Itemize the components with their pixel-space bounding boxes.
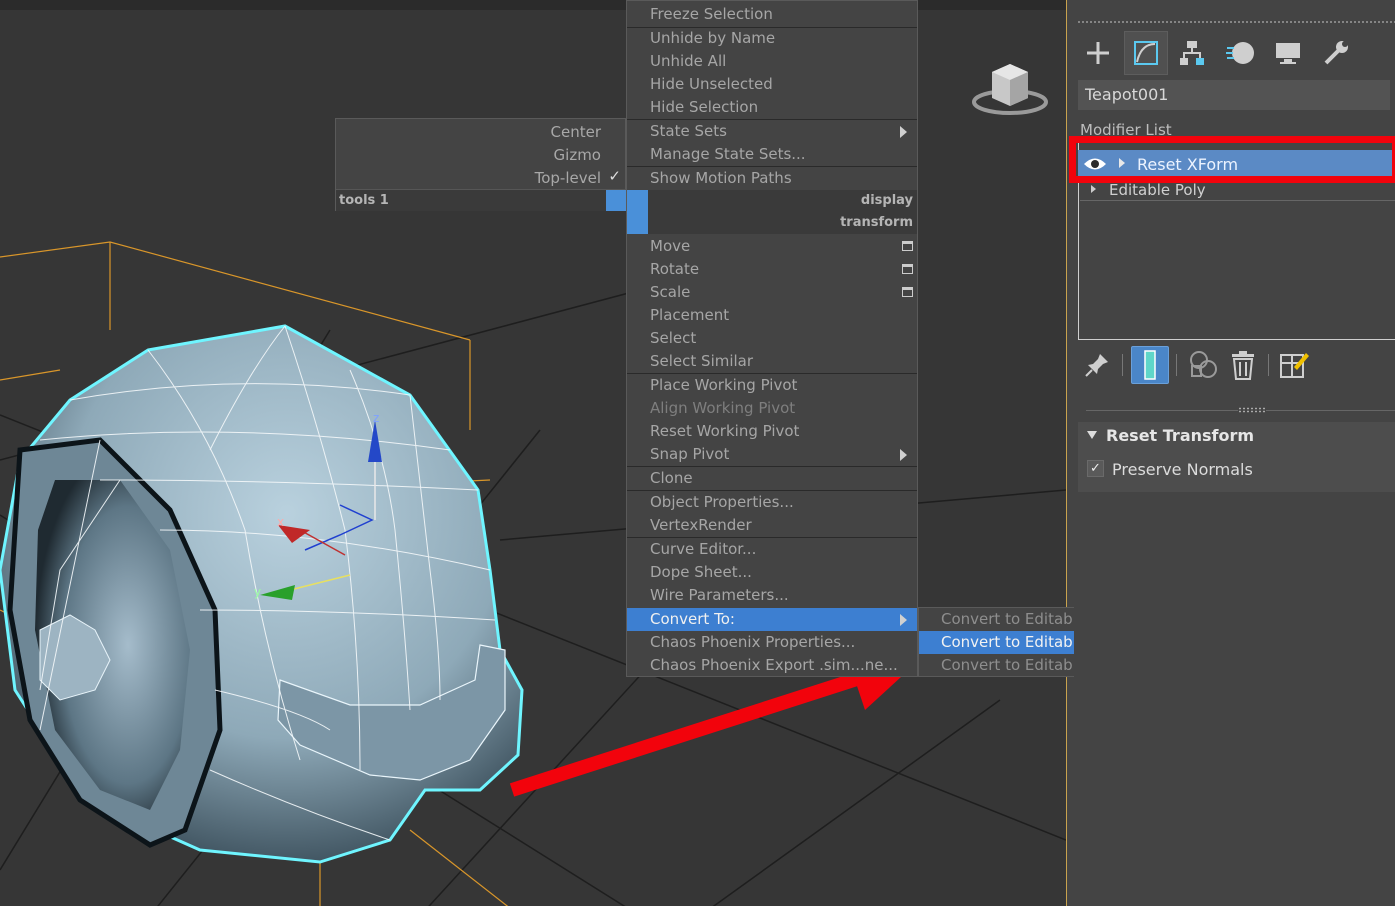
menu-item-dope-sheet[interactable]: Dope Sheet...	[627, 561, 917, 584]
pin-stack-icon[interactable]	[1078, 346, 1116, 384]
menu-item-select-similar[interactable]: Select Similar	[627, 350, 917, 373]
menu-item-center[interactable]: Center	[551, 123, 602, 141]
gizmo-y-label: y	[254, 585, 261, 599]
settings-box-icon[interactable]	[902, 241, 913, 251]
menu-item-move[interactable]: Move	[627, 235, 917, 258]
submenu-arrow-icon	[900, 449, 907, 461]
create-icon[interactable]	[1076, 31, 1120, 75]
menu-item-chaos-phoenix-export[interactable]: Chaos Phoenix Export .sim...ne...	[627, 654, 917, 677]
configure-modifier-sets-icon[interactable]	[1275, 346, 1313, 384]
stack-toolbar	[1078, 346, 1395, 386]
quad-header-label: tools 1	[339, 193, 389, 208]
menu-item-snap-pivot[interactable]: Snap Pivot	[627, 443, 917, 466]
quad-header-tools1: tools 1	[336, 189, 628, 211]
menu-item-unhide-all[interactable]: Unhide All	[627, 50, 917, 73]
command-panel-tabs	[1074, 31, 1395, 75]
motion-icon[interactable]	[1218, 31, 1262, 75]
menu-item-object-properties[interactable]: Object Properties...	[627, 491, 917, 514]
quad-menu-display-transform: Freeze Selection Unhide by Name Unhide A…	[626, 0, 918, 677]
submenu-arrow-icon	[900, 614, 907, 626]
menu-item-chaos-phoenix-properties[interactable]: Chaos Phoenix Properties...	[627, 631, 917, 654]
toolbar-separator	[1176, 354, 1177, 376]
annotation-highlight-box	[1069, 136, 1395, 183]
divider-grip-icon[interactable]	[1238, 407, 1266, 413]
collapse-arrow-icon[interactable]	[1087, 431, 1097, 439]
menu-item-top-level[interactable]: Top-level	[535, 169, 601, 187]
stack-item-editable-poly[interactable]: Editable Poly	[1109, 181, 1206, 199]
checkmark-icon: ✓	[608, 167, 621, 185]
gizmo-z-label: z	[373, 411, 379, 425]
quad-color-swatch	[627, 190, 648, 212]
remove-modifier-icon[interactable]	[1224, 346, 1262, 384]
menu-item-select[interactable]: Select	[627, 327, 917, 350]
gizmo-x-label: x	[277, 515, 284, 529]
show-end-result-icon[interactable]	[1131, 346, 1169, 384]
menu-item-manage-state-sets[interactable]: Manage State Sets...	[627, 143, 917, 166]
menu-item-state-sets[interactable]: State Sets	[627, 120, 917, 143]
menu-item-wire-parameters[interactable]: Wire Parameters...	[627, 584, 917, 607]
menu-item-scale[interactable]: Scale	[627, 281, 917, 304]
quad-header-label: display	[860, 193, 913, 208]
menu-item-rotate[interactable]: Rotate	[627, 258, 917, 281]
quad-header-transform: transform	[627, 212, 917, 234]
menu-item-placement[interactable]: Placement	[627, 304, 917, 327]
menu-item-hide-unselected[interactable]: Hide Unselected	[627, 73, 917, 96]
make-unique-icon[interactable]	[1185, 346, 1223, 384]
object-name-field[interactable]: Teapot001	[1078, 80, 1390, 110]
panel-grip[interactable]	[1077, 20, 1395, 25]
preserve-normals-checkbox[interactable]: ✓	[1087, 460, 1104, 477]
expand-arrow-icon[interactable]	[1091, 185, 1096, 193]
menu-item-gizmo[interactable]: Gizmo	[554, 146, 601, 164]
menu-item-freeze-selection[interactable]: Freeze Selection	[627, 3, 917, 26]
menu-item-vertexrender[interactable]: VertexRender	[627, 514, 917, 537]
rollout-title[interactable]: Reset Transform	[1106, 426, 1254, 445]
utilities-icon[interactable]	[1314, 31, 1358, 75]
menu-item-unhide-by-name[interactable]: Unhide by Name	[627, 27, 917, 50]
stack-divider	[1080, 200, 1395, 201]
quad-color-swatch	[627, 212, 648, 234]
quad-menu-tools: Center Gizmo Top-level ✓ tools 1	[335, 118, 628, 211]
menu-item-reset-working-pivot[interactable]: Reset Working Pivot	[627, 420, 917, 443]
toolbar-separator	[1268, 354, 1269, 376]
menu-item-hide-selection[interactable]: Hide Selection	[627, 96, 917, 119]
quad-color-swatch	[606, 190, 628, 211]
display-icon[interactable]	[1266, 31, 1310, 75]
viewcube	[972, 64, 1048, 115]
menu-item-convert-to[interactable]: Convert To:	[627, 608, 917, 631]
menu-item-curve-editor[interactable]: Curve Editor...	[627, 538, 917, 561]
toolbar-separator	[1122, 354, 1123, 376]
preserve-normals-label[interactable]: Preserve Normals	[1112, 460, 1253, 479]
modify-icon[interactable]	[1124, 31, 1168, 75]
menu-item-clone[interactable]: Clone	[627, 467, 917, 490]
settings-box-icon[interactable]	[902, 264, 913, 274]
quad-header-label: transform	[840, 215, 913, 230]
quad-header-display: display	[627, 190, 917, 212]
menu-item-align-working-pivot[interactable]: Align Working Pivot	[627, 397, 917, 420]
submenu-arrow-icon	[900, 126, 907, 138]
settings-box-icon[interactable]	[902, 287, 913, 297]
menu-item-place-working-pivot[interactable]: Place Working Pivot	[627, 374, 917, 397]
hierarchy-icon[interactable]	[1170, 31, 1214, 75]
menu-item-show-motion-paths[interactable]: Show Motion Paths	[627, 167, 917, 190]
